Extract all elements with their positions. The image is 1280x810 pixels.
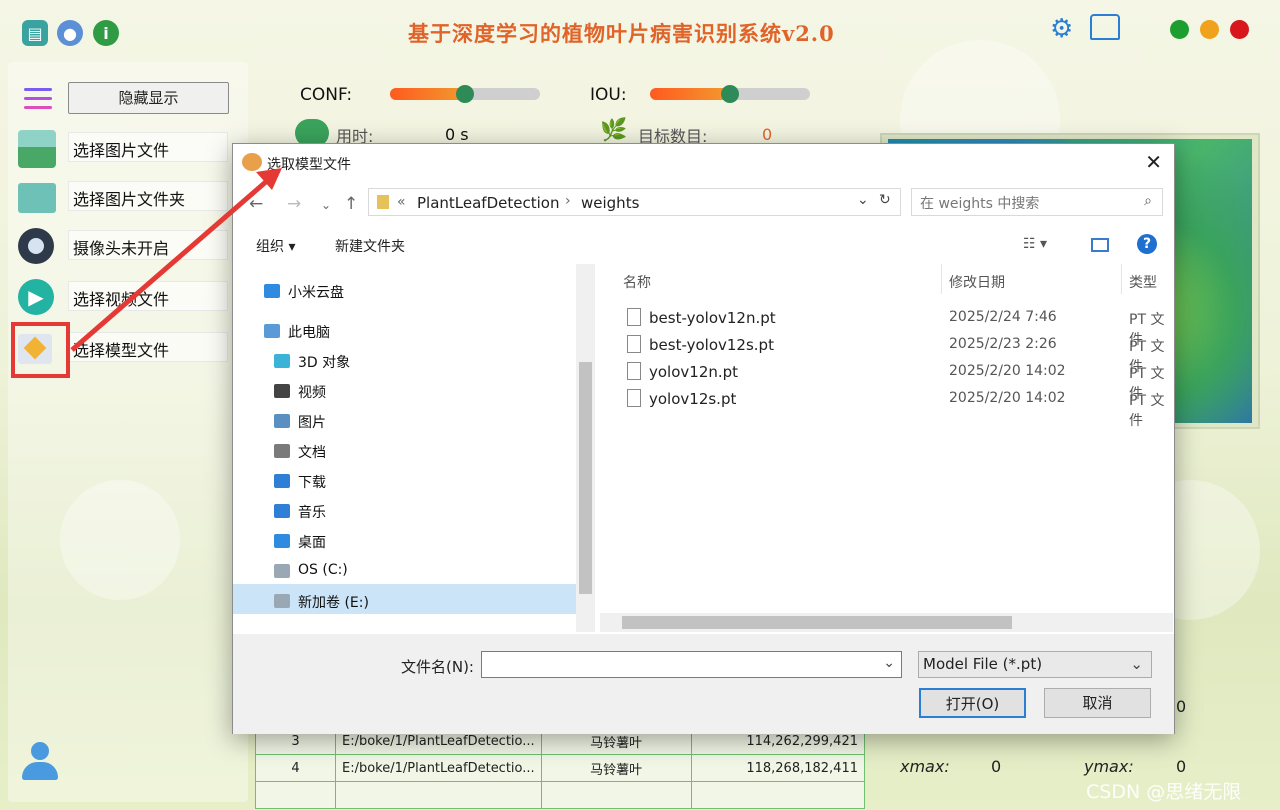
app-window: ▤ ● i 基于深度学习的植物叶片病害识别系统v2.0 ⚙ 隐藏显示 选择图片文…: [0, 0, 1280, 810]
annotation-arrow: [70, 168, 282, 352]
